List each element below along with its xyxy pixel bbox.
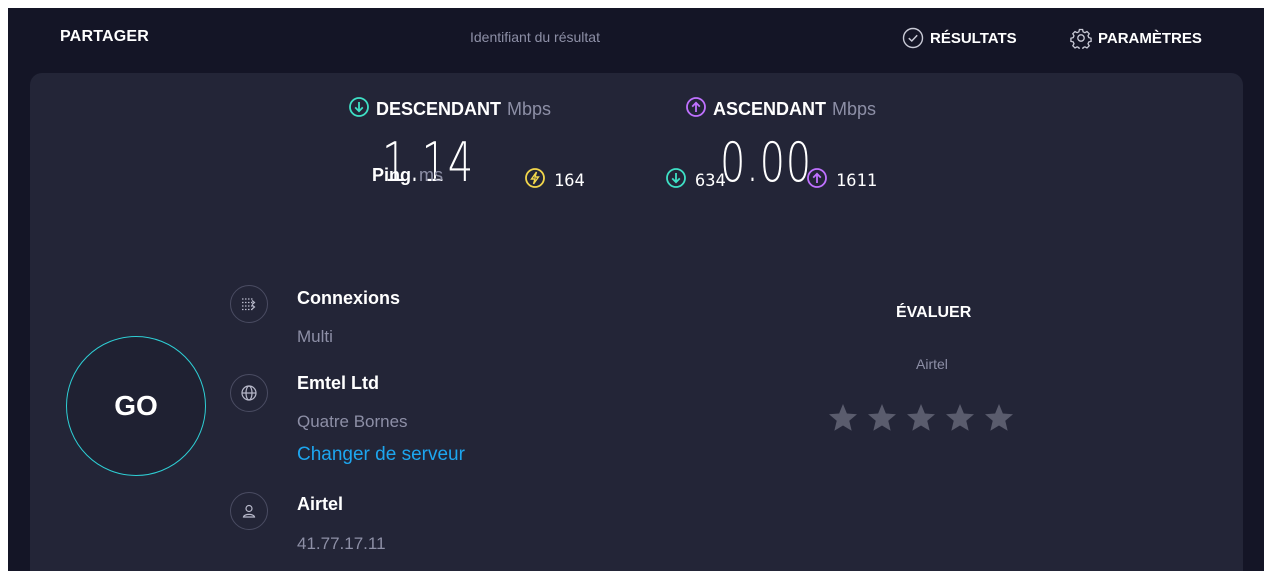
isp-title: Airtel (297, 494, 344, 514)
star-icon[interactable] (944, 402, 976, 434)
upload-arrow-icon (806, 167, 828, 194)
ping-download-value: 634 (695, 170, 726, 191)
check-circle-icon (902, 27, 924, 49)
results-panel (30, 73, 1243, 571)
download-header: DESCENDANT Mbps (348, 96, 551, 123)
upload-header: ASCENDANT Mbps (685, 96, 876, 123)
star-icon[interactable] (905, 402, 937, 434)
connections-value: Multi (297, 327, 333, 346)
connections-title: Connexions (297, 288, 401, 308)
gear-icon (1070, 27, 1092, 49)
ping-unit: ms (419, 165, 443, 185)
results-button[interactable]: RÉSULTATS (902, 27, 1017, 49)
upload-unit: Mbps (832, 99, 877, 119)
star-icon[interactable] (827, 402, 859, 434)
download-unit: Mbps (507, 99, 552, 119)
share-button[interactable]: PARTAGER (60, 28, 149, 46)
change-server-link[interactable]: Changer de serveur (297, 444, 465, 466)
isp-ip: 41.77.17.11 (297, 534, 386, 553)
results-label: RÉSULTATS (930, 29, 1017, 47)
ping-download: 634 (665, 167, 726, 194)
lightning-icon (524, 167, 546, 194)
settings-button[interactable]: PARAMÈTRES (1070, 27, 1202, 49)
speedtest-app: PARTAGER Identifiant du résultat RÉSULTA… (8, 8, 1264, 571)
user-icon (230, 492, 268, 530)
star-icon[interactable] (866, 402, 898, 434)
rate-title: ÉVALUER (896, 304, 972, 321)
ping-idle-value: 164 (554, 170, 585, 191)
ping-idle: 164 (524, 167, 585, 194)
upload-arrow-icon (685, 96, 707, 123)
globe-icon (230, 374, 268, 412)
ping-upload: 1611 (806, 167, 877, 194)
upload-value: 0.00 (720, 131, 812, 194)
go-button[interactable]: GO (66, 336, 206, 476)
download-arrow-icon (348, 96, 370, 123)
star-rating (827, 402, 1015, 434)
server-title: Emtel Ltd (297, 373, 380, 393)
settings-label: PARAMÈTRES (1098, 29, 1202, 47)
download-label: DESCENDANT (376, 99, 502, 119)
upload-label: ASCENDANT (713, 99, 827, 119)
rate-provider: Airtel (916, 356, 948, 372)
ping-upload-value: 1611 (836, 170, 877, 191)
star-icon[interactable] (983, 402, 1015, 434)
download-arrow-icon (665, 167, 687, 194)
ping-label: Ping (372, 165, 411, 185)
connections-icon (230, 285, 268, 323)
top-bar: PARTAGER Identifiant du résultat RÉSULTA… (8, 8, 1264, 70)
ping-header: Ping ms (372, 165, 443, 186)
result-id-label: Identifiant du résultat (470, 29, 600, 45)
server-location: Quatre Bornes (297, 412, 408, 431)
